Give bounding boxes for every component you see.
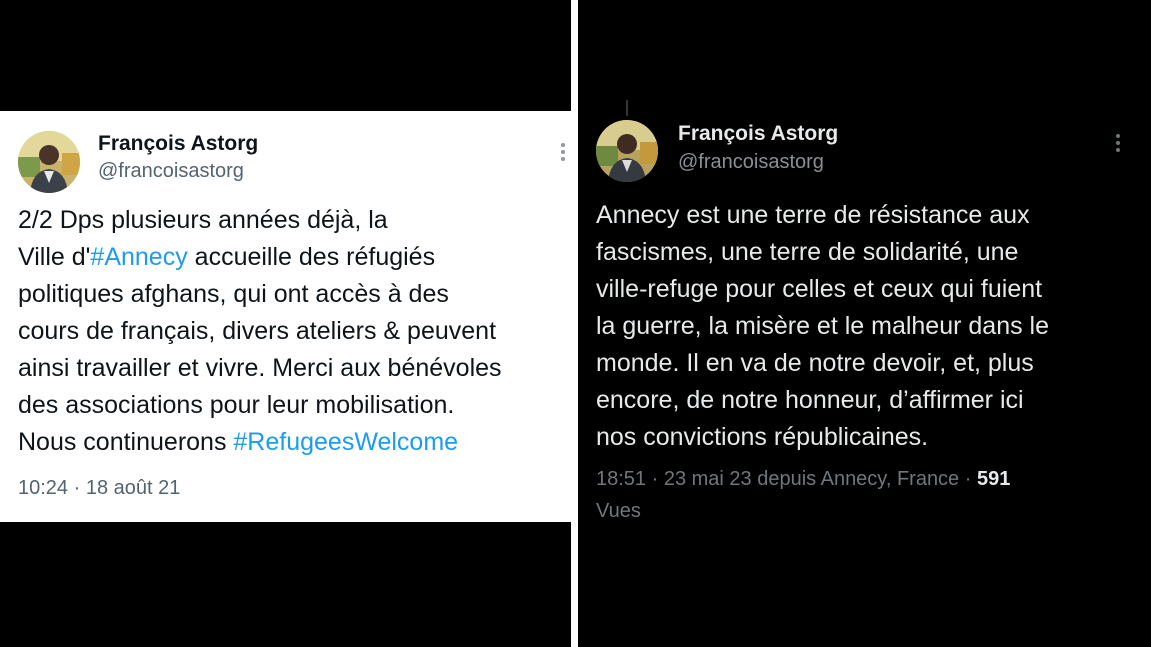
tweet-text-line: politiques afghans, qui ont accès à des [18, 276, 502, 313]
panel-divider [571, 0, 578, 647]
hashtag-link[interactable]: #Annecy [90, 243, 187, 271]
author-avatar[interactable] [18, 131, 80, 193]
tweet-text-line: la guerre, la misère et le malheur dans … [596, 312, 1050, 340]
tweet-text-line: ville-refuge pour celles et ceux qui fui… [596, 275, 1043, 303]
tweet-timestamp[interactable]: 10:24 · 18 août 21 [18, 477, 180, 500]
tweet-text-segment: accueille des réfugiés [187, 243, 436, 271]
tweet-text-line: nos convictions républicaines. [596, 423, 929, 451]
tweet-text-line: Nous continuerons #RefugeesWelcome [18, 424, 502, 461]
tweet-text-line: 2/2 Dps plusieurs années déjà, la [18, 202, 502, 239]
avatar-photo [18, 131, 80, 193]
tweet-text-segment: Ville d' [18, 243, 91, 271]
author-name[interactable]: François Astorg [678, 122, 838, 146]
tweet-text-line: Ville d'#Annecy accueille des réfugiés [18, 239, 502, 276]
tweet-text-segment: 2/2 Dps plusieurs années déjà, la [18, 206, 388, 234]
tweet-text-segment: des associations pour leur mobilisation. [18, 391, 455, 419]
tweet-text-line: ainsi travailler et vivre. Merci aux bén… [18, 350, 502, 387]
author-avatar[interactable] [596, 120, 658, 182]
author-handle[interactable]: @francoisastorg [678, 151, 824, 174]
tweet-text: 2/2 Dps plusieurs années déjà, la Ville d… [18, 202, 502, 461]
author-name[interactable]: François Astorg [98, 132, 258, 156]
tweet-text: Annecy est une terre de résistance aux fa… [596, 197, 1049, 456]
tweet-text-segment: ainsi travailler et vivre. Merci aux bén… [18, 354, 502, 382]
tweet-card-dark: François Astorg @francoisastorg Annecy e… [578, 0, 1151, 647]
tweet-text-line: cours de français, divers ateliers & peu… [18, 313, 502, 350]
avatar-photo [596, 120, 658, 182]
tweet-text-segment: cours de français, divers ateliers & peu… [18, 317, 497, 345]
tweet-timestamp-location: 18:51 · 23 mai 23 depuis Annecy, France … [596, 468, 977, 490]
thread-connector-line [626, 100, 628, 116]
tweet-text-line: fascismes, une terre de solidarité, une [596, 238, 1019, 266]
left-screenshot-panel: François Astorg @francoisastorg 2/2 Dps … [0, 0, 571, 647]
tweet-text-segment: Nous continuerons [18, 428, 234, 456]
hashtag-link[interactable]: #RefugeesWelcome [233, 428, 458, 456]
tweet-card-light: François Astorg @francoisastorg 2/2 Dps … [0, 111, 571, 522]
right-screenshot-panel: François Astorg @francoisastorg Annecy e… [578, 0, 1151, 647]
views-count: 591 [976, 468, 1011, 490]
more-vertical-icon[interactable] [1115, 134, 1121, 156]
views-label: Vues [596, 500, 641, 522]
tweet-text-line: monde. Il en va de notre devoir, et, plu… [596, 349, 1034, 377]
tweet-text-segment: politiques afghans, qui ont accès à des [18, 280, 449, 308]
tweet-text-line: encore, de notre honneur, d’affirmer ici [596, 386, 1024, 414]
tweet-meta[interactable]: 18:51 · 23 mai 23 depuis Annecy, France … [596, 468, 1010, 491]
more-vertical-icon[interactable] [560, 143, 566, 165]
tweet-text-line: Annecy est une terre de résistance aux [596, 201, 1030, 229]
author-handle[interactable]: @francoisastorg [98, 160, 244, 183]
tweet-text-line: des associations pour leur mobilisation. [18, 387, 502, 424]
